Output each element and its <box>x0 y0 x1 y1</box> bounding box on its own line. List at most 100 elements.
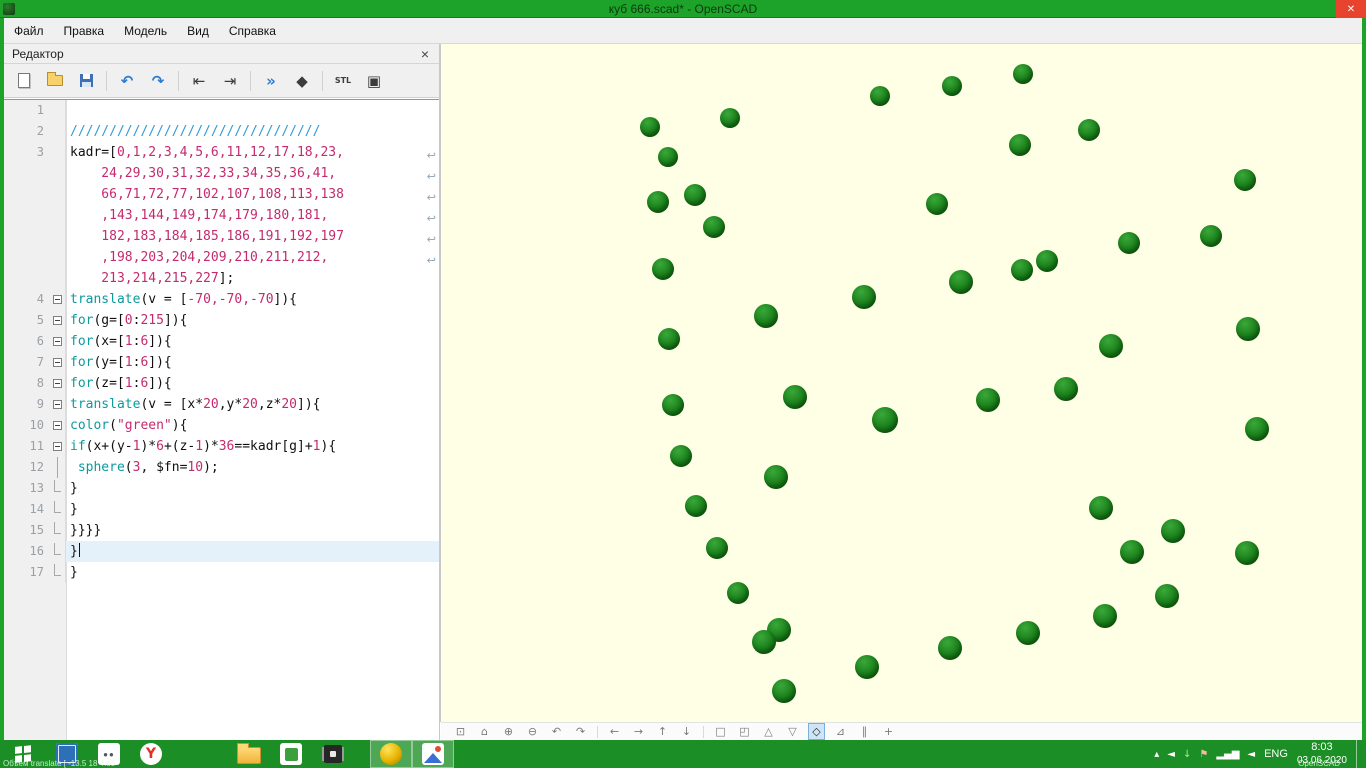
taskbar-app-green-tool[interactable] <box>270 740 312 768</box>
view-bottom-icon[interactable]: ▽ <box>785 724 800 739</box>
code-row[interactable]: 7for(y=[1:6]){ <box>4 352 439 373</box>
code-row[interactable]: 66,71,72,77,102,107,108,113,138↩ <box>4 184 439 205</box>
alert-flag-icon[interactable]: ⚑ <box>1199 749 1208 760</box>
undo-view-icon[interactable]: ↶ <box>549 724 564 739</box>
sphere-3d <box>684 184 706 206</box>
menu-help[interactable]: Справка <box>219 19 286 43</box>
orthogonal-icon[interactable]: ∥ <box>857 724 872 739</box>
code-row[interactable]: 17} <box>4 562 439 583</box>
toolbar-separator <box>322 71 323 91</box>
view-front-icon[interactable]: □ <box>713 724 728 739</box>
new-file-icon[interactable] <box>11 68 37 94</box>
code-row[interactable]: 182,183,184,185,186,191,192,197↩ <box>4 226 439 247</box>
fold-marker <box>50 457 66 478</box>
code-row[interactable]: 6for(x=[1:6]){ <box>4 331 439 352</box>
network-bars-icon[interactable]: ▂▄▆ <box>1216 749 1239 760</box>
code-token: 0 <box>125 313 133 328</box>
code-row[interactable]: ,198,203,204,209,210,211,212,↩ <box>4 247 439 268</box>
code-row[interactable]: 213,214,215,227]; <box>4 268 439 289</box>
zoom-in-icon[interactable]: ⊕ <box>501 724 516 739</box>
code-row[interactable]: 24,29,30,31,32,33,34,35,36,41,↩ <box>4 163 439 184</box>
view-diagonal-icon[interactable]: ◇ <box>809 724 824 739</box>
zoom-out-icon[interactable]: ⊖ <box>525 724 540 739</box>
editor-close-icon[interactable]: × <box>419 47 431 61</box>
menu-edit[interactable]: Правка <box>54 19 115 43</box>
code-row[interactable]: 16} <box>4 541 439 562</box>
code-row[interactable]: 2//////////////////////////////// <box>4 121 439 142</box>
fold-marker[interactable] <box>50 373 66 394</box>
code-token: ,z* <box>258 397 281 412</box>
code-row[interactable]: 11if(x+(y-1)*6+(z-1)*36==kadr[g]+1){ <box>4 436 439 457</box>
export-stl-icon[interactable]: STL <box>330 68 356 94</box>
menu-file[interactable]: Файл <box>4 19 54 43</box>
fold-marker[interactable] <box>50 331 66 352</box>
sphere-3d <box>852 285 876 309</box>
code-row[interactable]: 13} <box>4 478 439 499</box>
taskbar-app-folder[interactable] <box>228 740 270 768</box>
open-file-icon[interactable] <box>42 68 68 94</box>
preview-icon[interactable]: » <box>258 68 284 94</box>
view-all-icon[interactable]: ⊡ <box>453 724 468 739</box>
code-row[interactable]: 5for(g=[0:215]){ <box>4 310 439 331</box>
unindent-icon[interactable]: ⇤ <box>186 68 212 94</box>
reset-view-icon[interactable]: ⌂ <box>477 724 492 739</box>
show-axes-icon[interactable]: + <box>881 724 896 739</box>
taskbar-app-chip[interactable] <box>312 740 354 768</box>
language-indicator[interactable]: ENG <box>1264 748 1288 760</box>
speaker-icon[interactable]: ◄ <box>1247 749 1255 760</box>
fold-marker[interactable] <box>50 352 66 373</box>
view-toolbar-separator <box>703 726 704 738</box>
show-desktop-button[interactable] <box>1356 740 1362 768</box>
perspective-icon[interactable]: ⊿ <box>833 724 848 739</box>
greenapp-icon <box>280 743 302 765</box>
close-button[interactable]: ✕ <box>1336 0 1366 18</box>
save-icon[interactable] <box>73 68 99 94</box>
code-row[interactable]: 12 sphere(3, $fn=10); <box>4 457 439 478</box>
pan-up-icon[interactable]: ↑ <box>655 724 670 739</box>
download-icon[interactable]: ↓ <box>1183 749 1191 760</box>
fold-marker[interactable] <box>50 310 66 331</box>
code-row[interactable]: 3kadr=[0,1,2,3,4,5,6,11,12,17,18,23,↩ <box>4 142 439 163</box>
fold-marker[interactable] <box>50 415 66 436</box>
code-row[interactable]: 8for(z=[1:6]){ <box>4 373 439 394</box>
menu-view[interactable]: Вид <box>177 19 219 43</box>
code-row[interactable]: 9translate(v = [x*20,y*20,z*20]){ <box>4 394 439 415</box>
taskbar-app-image-viewer[interactable] <box>412 740 454 768</box>
fold-box-icon <box>53 379 62 388</box>
undo-icon[interactable]: ↶ <box>114 68 140 94</box>
fold-marker[interactable] <box>50 289 66 310</box>
sphere-3d <box>926 193 948 215</box>
print-3d-icon[interactable]: ▣ <box>361 68 387 94</box>
code-row[interactable]: 15}}}} <box>4 520 439 541</box>
code-row[interactable]: 4translate(v = [-70,-70,-70]){ <box>4 289 439 310</box>
pan-left-icon[interactable]: ← <box>607 724 622 739</box>
render-icon[interactable]: ◆ <box>289 68 315 94</box>
fold-box-icon <box>53 442 62 451</box>
fold-marker[interactable] <box>50 436 66 457</box>
code-area[interactable]: 12////////////////////////////////3kadr=… <box>4 99 439 740</box>
taskbar-app-openscad[interactable] <box>370 740 412 768</box>
redo-view-icon[interactable]: ↷ <box>573 724 588 739</box>
line-number: 7 <box>4 352 50 373</box>
volume-icon[interactable]: ◄ <box>1167 749 1175 760</box>
code-row[interactable]: 10color("green"){ <box>4 415 439 436</box>
sphere-3d <box>949 270 973 294</box>
code-token: ==kadr[g]+ <box>234 439 312 454</box>
pan-right-icon[interactable]: → <box>631 724 646 739</box>
menu-design[interactable]: Модель <box>114 19 177 43</box>
redo-icon[interactable]: ↷ <box>145 68 171 94</box>
code-row[interactable]: 14} <box>4 499 439 520</box>
view-top-icon[interactable]: △ <box>761 724 776 739</box>
fold-marker[interactable] <box>50 394 66 415</box>
view-back-icon[interactable]: ◰ <box>737 724 752 739</box>
tray-expand-icon[interactable]: ▴ <box>1154 749 1159 760</box>
code-token <box>70 460 78 475</box>
viewport-3d[interactable] <box>441 44 1362 722</box>
code-row[interactable]: ,143,144,149,174,179,180,181,↩ <box>4 205 439 226</box>
taskbar-app-yandex[interactable]: Y <box>130 740 172 768</box>
indent-icon[interactable]: ⇥ <box>217 68 243 94</box>
fold-marker <box>50 121 66 142</box>
pan-down-icon[interactable]: ↓ <box>679 724 694 739</box>
code-row[interactable]: 1 <box>4 100 439 121</box>
line-number: 16 <box>4 541 50 562</box>
